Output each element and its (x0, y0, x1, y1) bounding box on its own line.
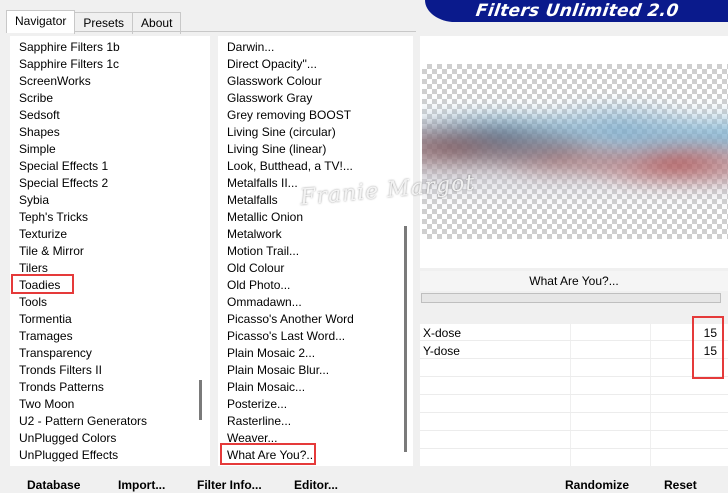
category-item[interactable]: Tronds Patterns (19, 379, 104, 396)
category-item[interactable]: Sapphire Filters 1c (19, 56, 119, 73)
highlight-values (692, 316, 724, 379)
category-item[interactable]: Tramages (19, 328, 73, 345)
param-row-y-dose[interactable]: Y-dose 15 (420, 342, 728, 359)
filter-item[interactable]: Living Sine (linear) (227, 141, 326, 158)
category-item[interactable]: Two Moon (19, 396, 74, 413)
param-row-x-dose[interactable]: X-dose 15 (420, 324, 728, 341)
category-item[interactable]: Texturize (19, 226, 67, 243)
database-button[interactable]: Database (27, 477, 80, 493)
param-row-empty (420, 396, 728, 413)
category-item[interactable]: Special Effects 2 (19, 175, 108, 192)
filter-item[interactable]: Look, Butthead, a TV!... (227, 158, 353, 175)
highlight-what-are-you (220, 443, 316, 465)
category-item[interactable]: Scribe (19, 90, 53, 107)
filter-item[interactable]: Direct Opacity''... (227, 56, 317, 73)
param-label: Y-dose (423, 344, 460, 358)
param-row-empty (420, 450, 728, 467)
tab-bar: Navigator Presets About (6, 10, 182, 34)
filter-item[interactable]: Living Sine (circular) (227, 124, 336, 141)
filter-info-button[interactable]: Filter Info... (197, 477, 262, 493)
filter-item[interactable]: Motion Trail... (227, 243, 299, 260)
category-item[interactable]: Sedsoft (19, 107, 60, 124)
filter-item[interactable]: Grey removing BOOST (227, 107, 351, 124)
window-title: Filters Unlimited 2.0 (474, 1, 681, 21)
tab-navigator[interactable]: Navigator (6, 10, 76, 33)
param-label: X-dose (423, 326, 462, 340)
param-row-empty (420, 432, 728, 449)
category-item[interactable]: Tronds Filters II (19, 362, 102, 379)
category-item[interactable]: Sapphire Filters 1b (19, 39, 120, 56)
category-item[interactable]: UnPlugged Colors (19, 430, 116, 447)
category-item[interactable]: Tile & Mirror (19, 243, 84, 260)
filter-item[interactable]: Metalfalls II... (227, 175, 298, 192)
category-item[interactable]: Sybia (19, 192, 49, 209)
category-list[interactable]: Sapphire Filters 1b Sapphire Filters 1c Sc… (10, 36, 210, 479)
filter-item[interactable]: Glasswork Gray (227, 90, 312, 107)
category-scrollbar[interactable] (199, 380, 202, 420)
filter-list[interactable]: Darwin... Direct Opacity''... Glasswork Co… (218, 36, 413, 466)
category-item[interactable]: U2 - Pattern Generators (19, 413, 147, 430)
filter-item[interactable]: Metalwork (227, 226, 282, 243)
filter-item[interactable]: Glasswork Colour (227, 73, 322, 90)
category-item[interactable]: ScreenWorks (19, 73, 91, 90)
category-item[interactable]: Simple (19, 141, 56, 158)
filter-item[interactable]: Rasterline... (227, 413, 291, 430)
filter-item[interactable]: Metallic Onion (227, 209, 303, 226)
preview-image (422, 64, 728, 239)
reset-button[interactable]: Reset (664, 477, 697, 493)
category-item[interactable]: Special Effects 1 (19, 158, 108, 175)
category-item[interactable]: Shapes (19, 124, 60, 141)
category-item[interactable]: Tools (19, 294, 47, 311)
filter-item[interactable]: Plain Mosaic... (227, 379, 305, 396)
filter-item[interactable]: Picasso's Another Word (227, 311, 354, 328)
filter-item[interactable]: Ommadawn... (227, 294, 302, 311)
parameters-panel: X-dose 15 Y-dose 15 (420, 324, 728, 467)
category-item[interactable]: Teph's Tricks (19, 209, 88, 226)
filter-item[interactable]: Picasso's Last Word... (227, 328, 345, 345)
filter-name-label: What Are You?... (420, 271, 728, 291)
import-button[interactable]: Import... (118, 477, 165, 493)
randomize-button[interactable]: Randomize (565, 477, 629, 493)
highlight-toadies (11, 274, 74, 294)
filter-item[interactable]: Plain Mosaic Blur... (227, 362, 329, 379)
progress-bar (421, 293, 721, 303)
category-item[interactable]: Tormentia (19, 311, 72, 328)
filter-item[interactable]: Plain Mosaic 2... (227, 345, 315, 362)
editor-button[interactable]: Editor... (294, 477, 338, 493)
filter-item[interactable]: Old Colour (227, 260, 284, 277)
filter-item[interactable]: Metalfalls (227, 192, 278, 209)
param-row-empty (420, 360, 728, 377)
param-row-empty (420, 414, 728, 431)
filter-item[interactable]: Darwin... (227, 39, 274, 56)
category-item[interactable]: Transparency (19, 345, 92, 362)
filter-item[interactable]: Old Photo... (227, 277, 290, 294)
category-item[interactable]: UnPlugged Effects (19, 447, 118, 464)
param-row-empty (420, 378, 728, 395)
filter-scrollbar[interactable] (404, 226, 407, 452)
filter-item[interactable]: Posterize... (227, 396, 287, 413)
